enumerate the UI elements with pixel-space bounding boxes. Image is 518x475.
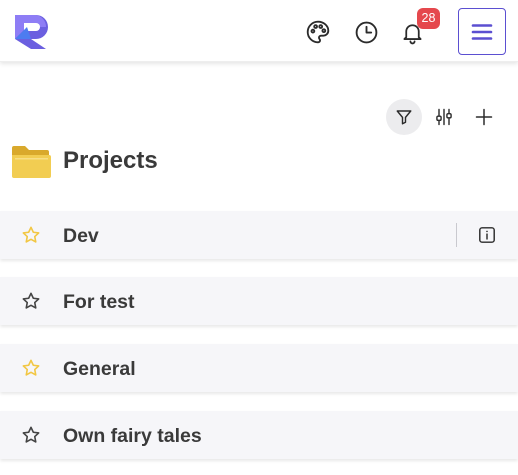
hamburger-icon: [471, 23, 493, 40]
project-row-own-fairy-tales[interactable]: Own fairy tales: [0, 411, 518, 459]
project-row-for-test[interactable]: For test: [0, 277, 518, 325]
star-icon[interactable]: [21, 225, 41, 245]
history-button[interactable]: [352, 14, 380, 50]
folder-icon: [12, 146, 51, 178]
project-name: Dev: [63, 225, 99, 247]
filter-button[interactable]: [386, 99, 422, 135]
star-icon[interactable]: [21, 291, 41, 311]
project-name: Own fairy tales: [63, 425, 202, 447]
info-icon[interactable]: [478, 226, 496, 244]
view-settings-button[interactable]: [426, 99, 462, 135]
project-name: For test: [63, 291, 135, 313]
filter-icon: [396, 110, 412, 125]
sliders-icon: [436, 108, 452, 126]
notification-count-badge: 28: [417, 8, 440, 29]
clock-icon: [355, 21, 377, 43]
main-menu-button[interactable]: [458, 8, 506, 55]
palette-icon: [306, 20, 330, 44]
page-title: Projects: [63, 147, 158, 174]
star-icon[interactable]: [21, 425, 41, 445]
row-divider: [456, 223, 457, 247]
star-icon[interactable]: [21, 358, 41, 378]
app-logo-icon[interactable]: [13, 13, 50, 50]
palette-button[interactable]: [304, 14, 332, 50]
app-header: 28: [0, 0, 518, 62]
project-row-dev[interactable]: Dev: [0, 211, 518, 259]
project-row-general[interactable]: General: [0, 344, 518, 392]
plus-icon: [475, 108, 493, 126]
project-name: General: [63, 358, 136, 380]
add-project-button[interactable]: [466, 99, 502, 135]
